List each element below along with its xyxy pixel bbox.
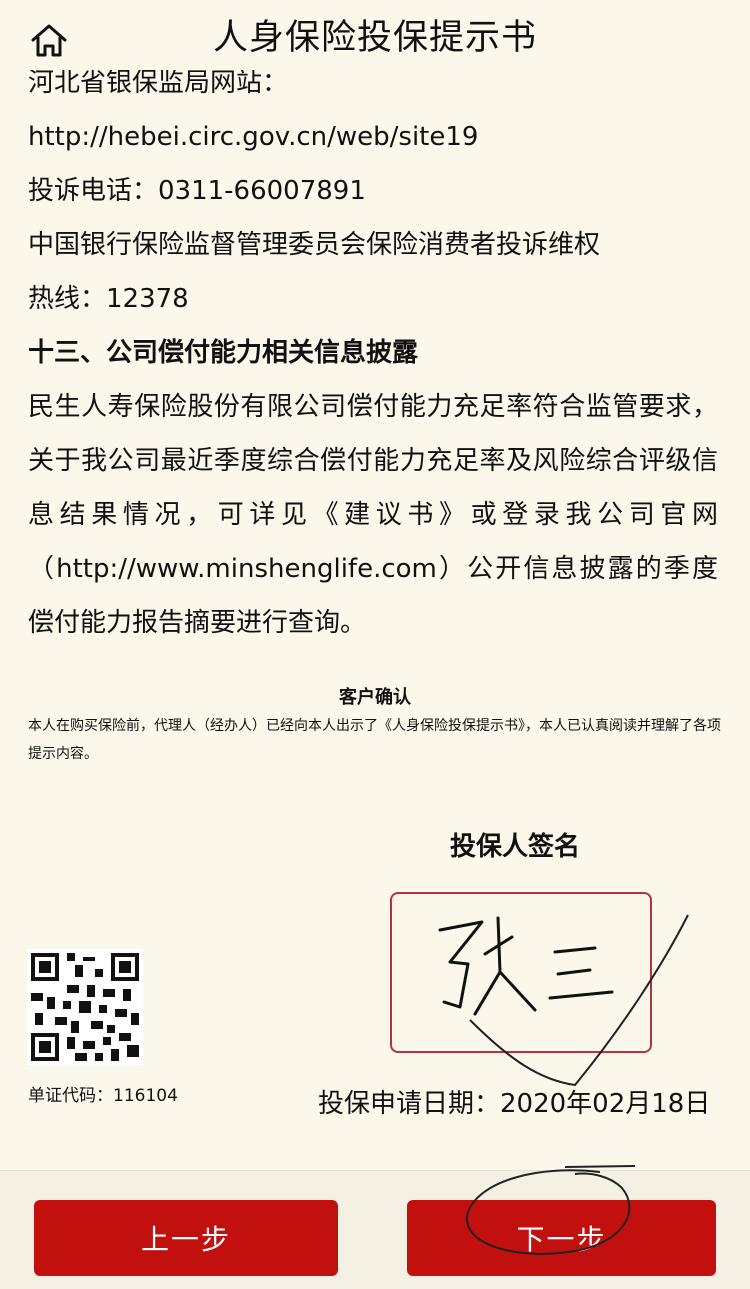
section-title: 十三、公司偿付能力相关信息披露: [28, 338, 419, 368]
hotline-org: 中国银行保险监督管理委员会保险消费者投诉维权: [28, 230, 601, 260]
header-bar: 人身保险投保提示书: [0, 0, 750, 78]
previous-step-button[interactable]: 上一步: [34, 1200, 338, 1276]
application-date: 投保申请日期：2020年02月18日: [318, 1089, 711, 1119]
qr-code: [27, 949, 143, 1065]
complaint-phone: 投诉电话：0311-66007891: [28, 176, 366, 206]
signature-box[interactable]: [390, 892, 652, 1053]
next-step-button[interactable]: 下一步: [407, 1200, 716, 1276]
document-code: 单证代码：116104: [28, 1086, 178, 1106]
signature-label: 投保人签名: [450, 832, 581, 862]
regulator-website: http://hebei.circ.gov.cn/web/site19: [28, 122, 479, 152]
hotline: 热线：12378: [28, 284, 189, 314]
handwritten-signature: [438, 916, 614, 1016]
clipped-line: 河北省银保监局网站：: [28, 70, 289, 98]
document-content: 河北省银保监局网站： http://hebei.circ.gov.cn/web/…: [28, 70, 728, 650]
page-title: 人身保险投保提示书: [212, 18, 537, 58]
confirmation-text: 本人在购买保险前，代理人（经办人）已经向本人出示了《人身保险投保提示书》，本人已…: [28, 718, 721, 762]
section-text: 民生人寿保险股份有限公司偿付能力充足率符合监管要求，关于我公司最近季度综合偿付能…: [28, 392, 718, 638]
confirmation-title: 客户确认: [339, 687, 411, 708]
